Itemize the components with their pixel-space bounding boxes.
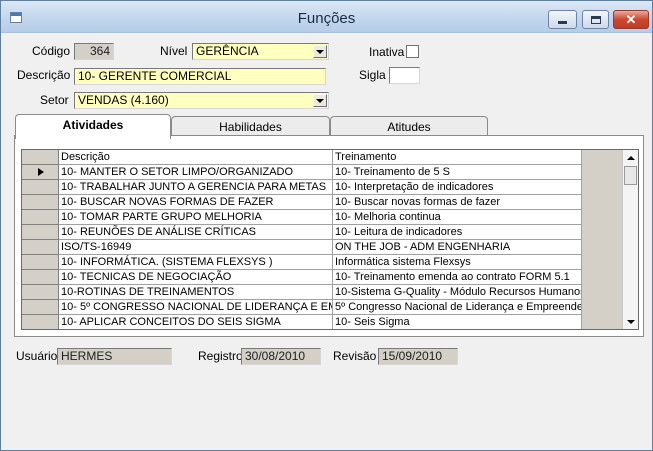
nivel-value: GERÊNCIA: [196, 44, 259, 58]
row-indicator[interactable]: [22, 300, 59, 315]
grid-header-indicator: [22, 150, 59, 165]
row-indicator[interactable]: [22, 165, 59, 180]
scroll-up-button[interactable]: [623, 150, 638, 165]
cell-treinamento[interactable]: 10- Seis Sigma: [333, 315, 582, 329]
title-bar[interactable]: Funções ✕: [1, 1, 652, 33]
cell-treinamento[interactable]: 10- Treinamento de 5 S: [333, 165, 582, 180]
registro-field: 30/08/2010: [241, 348, 321, 365]
setor-value: VENDAS (4.160): [78, 93, 169, 107]
table-row[interactable]: 10- TRABALHAR JUNTO A GERENCIA PARA META…: [22, 180, 624, 195]
row-indicator[interactable]: [22, 240, 59, 255]
table-row[interactable]: 10- TECNICAS DE NEGOCIAÇÃO 10- Treinament…: [22, 270, 624, 285]
cell-descricao[interactable]: 10- TOMAR PARTE GRUPO MELHORIA: [59, 210, 333, 225]
maximize-icon: [590, 15, 601, 24]
revisao-field: 15/09/2010: [378, 348, 458, 365]
grid-vertical-scrollbar[interactable]: [622, 150, 638, 329]
chevron-down-icon: [316, 98, 324, 103]
maximize-button[interactable]: [582, 10, 609, 29]
row-indicator[interactable]: [22, 255, 59, 270]
cell-treinamento[interactable]: 5º Congresso Nacional de Liderança e Emp…: [333, 300, 582, 315]
cell-treinamento[interactable]: Informática sistema Flexsys: [333, 255, 582, 270]
row-indicator[interactable]: [22, 225, 59, 240]
cell-treinamento[interactable]: 10-Sistema G-Quality - Módulo Recursos H…: [333, 285, 582, 300]
row-indicator[interactable]: [22, 195, 59, 210]
chevron-down-icon: [316, 49, 324, 54]
arrow-down-icon: [626, 319, 635, 324]
table-row[interactable]: 10- APLICAR CONCEITOS DO SEIS SIGMA 10- S…: [22, 315, 624, 329]
sigla-input[interactable]: [389, 67, 420, 84]
revisao-label: Revisão: [333, 349, 377, 363]
column-header-treinamento[interactable]: Treinamento: [333, 150, 582, 165]
table-row[interactable]: 10- TOMAR PARTE GRUPO MELHORIA 10- Melhor…: [22, 210, 624, 225]
tab-atividades[interactable]: Atividades: [15, 114, 171, 139]
row-indicator[interactable]: [22, 315, 59, 329]
nivel-select[interactable]: GERÊNCIA: [192, 43, 329, 60]
inativa-label: Inativa: [369, 45, 405, 59]
cell-treinamento[interactable]: 10- Buscar novas formas de fazer: [333, 195, 582, 210]
cell-descricao[interactable]: ISO/TS-16949: [59, 240, 333, 255]
nivel-dropdown-button[interactable]: [313, 45, 327, 58]
minimize-button[interactable]: [548, 10, 577, 29]
cell-descricao[interactable]: 10- REUNÕES DE ANÁLISE CRÍTICAS: [59, 225, 333, 240]
cell-treinamento[interactable]: 10- Interpretação de indicadores: [333, 180, 582, 195]
setor-dropdown-button[interactable]: [313, 94, 327, 107]
inativa-checkbox[interactable]: [406, 45, 419, 58]
grid-header: Descrição Treinamento: [22, 150, 624, 165]
minimize-icon: [558, 21, 567, 24]
close-icon: ✕: [625, 11, 637, 27]
column-header-descricao[interactable]: Descrição: [59, 150, 333, 165]
table-row[interactable]: 10-ROTINAS DE TREINAMENTOS 10-Sistema G-Q…: [22, 285, 624, 300]
cell-descricao[interactable]: 10- APLICAR CONCEITOS DO SEIS SIGMA: [59, 315, 333, 329]
row-indicator[interactable]: [22, 270, 59, 285]
cell-descricao[interactable]: 10- BUSCAR NOVAS FORMAS DE FAZER: [59, 195, 333, 210]
usuario-field: HERMES: [57, 348, 172, 365]
registro-label: Registro: [198, 349, 243, 363]
atividades-grid[interactable]: Descrição Treinamento 10- MANTER O SETOR…: [21, 149, 639, 330]
usuario-label: Usuário: [16, 349, 58, 363]
grid-body: 10- MANTER O SETOR LIMPO/ORGANIZADO 10- T…: [22, 165, 624, 329]
cell-descricao[interactable]: 10-ROTINAS DE TREINAMENTOS: [59, 285, 333, 300]
funcoes-window: Funções ✕ Código 364 Nível GERÊNCIA Inat…: [0, 0, 653, 451]
row-indicator[interactable]: [22, 285, 59, 300]
cell-descricao[interactable]: 10- INFORMÁTICA. (SISTEMA FLEXSYS ): [59, 255, 333, 270]
cell-descricao[interactable]: 10- TECNICAS DE NEGOCIAÇÃO: [59, 270, 333, 285]
nivel-label: Nível: [160, 44, 188, 58]
table-row[interactable]: 10- 5º CONGRESSO NACIONAL DE LIDERANÇA E…: [22, 300, 624, 315]
cell-treinamento[interactable]: 10- Melhoria continua: [333, 210, 582, 225]
descricao-label: Descrição: [17, 68, 71, 82]
row-indicator[interactable]: [22, 210, 59, 225]
table-row[interactable]: ISO/TS-16949 ON THE JOB - ADM ENGENHARIA: [22, 240, 624, 255]
codigo-field: 364: [74, 43, 114, 60]
table-row[interactable]: 10- INFORMÁTICA. (SISTEMA FLEXSYS ) Infor…: [22, 255, 624, 270]
sigla-label: Sigla: [359, 68, 386, 82]
cell-treinamento[interactable]: 10- Treinamento emenda ao contrato FORM …: [333, 270, 582, 285]
scroll-thumb[interactable]: [624, 166, 637, 185]
table-row[interactable]: 10- MANTER O SETOR LIMPO/ORGANIZADO 10- T…: [22, 165, 624, 180]
cell-descricao[interactable]: 10- TRABALHAR JUNTO A GERENCIA PARA META…: [59, 180, 333, 195]
setor-select[interactable]: VENDAS (4.160): [74, 92, 329, 109]
table-row[interactable]: 10- REUNÕES DE ANÁLISE CRÍTICAS 10- Leitu…: [22, 225, 624, 240]
table-row[interactable]: 10- BUSCAR NOVAS FORMAS DE FAZER 10- Busc…: [22, 195, 624, 210]
close-button[interactable]: ✕: [613, 10, 649, 29]
row-indicator[interactable]: [22, 180, 59, 195]
cell-descricao[interactable]: 10- 5º CONGRESSO NACIONAL DE LIDERANÇA E…: [59, 300, 333, 315]
arrow-up-icon: [626, 155, 635, 160]
setor-label: Setor: [40, 93, 69, 107]
codigo-label: Código: [32, 44, 71, 58]
descricao-input[interactable]: 10- GERENTE COMERCIAL: [74, 68, 326, 85]
current-row-pointer-icon: [38, 168, 44, 176]
cell-treinamento[interactable]: 10- Leitura de indicadores: [333, 225, 582, 240]
scroll-down-button[interactable]: [623, 314, 638, 329]
cell-descricao[interactable]: 10- MANTER O SETOR LIMPO/ORGANIZADO: [59, 165, 333, 180]
cell-treinamento[interactable]: ON THE JOB - ADM ENGENHARIA: [333, 240, 582, 255]
